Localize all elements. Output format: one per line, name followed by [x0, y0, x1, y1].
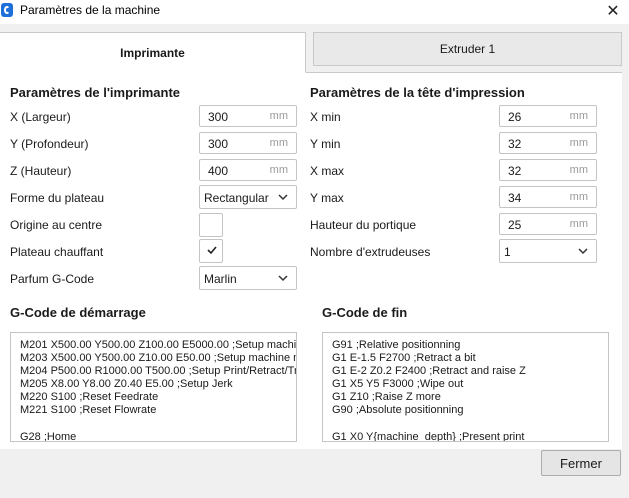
heated-bed-label: Plateau chauffant [10, 245, 104, 259]
close-icon[interactable]: ✕ [597, 0, 629, 22]
code-line: G91 ;Relative positionning [332, 339, 461, 351]
x-min-label: X min [310, 110, 341, 124]
x-width-value: 300 [208, 110, 229, 124]
code-line: M205 X8.00 Y8.00 Z0.40 E5.00 ;Setup Jerk [20, 378, 233, 390]
build-plate-shape-value: Rectangular [204, 191, 269, 205]
code-line: M201 X500.00 Y500.00 Z100.00 E5000.00 ;S… [20, 339, 297, 351]
gcode-flavor-select[interactable]: Marlin [199, 266, 297, 290]
extruder-count-select[interactable]: 1 [499, 239, 597, 263]
code-line: G1 X0 Y{machine_depth} ;Present print [332, 431, 525, 442]
tab-extruder-1[interactable]: Extruder 1 [313, 32, 622, 66]
x-min-field[interactable]: 26 mm [499, 105, 597, 127]
build-plate-shape-label: Forme du plateau [10, 191, 105, 205]
extruder-count-value: 1 [504, 245, 511, 259]
x-width-label: X (Largeur) [10, 110, 71, 124]
window-title: Paramètres de la machine [20, 3, 161, 17]
printhead-settings-title: Paramètres de la tête d'impression [310, 85, 525, 100]
gantry-height-value: 25 [508, 218, 522, 232]
x-min-value: 26 [508, 110, 522, 124]
start-gcode-title: G-Code de démarrage [10, 305, 146, 320]
x-width-field[interactable]: 300 mm [199, 105, 297, 127]
z-height-value: 400 [208, 164, 229, 178]
y-max-unit: mm [569, 191, 588, 203]
z-height-label: Z (Hauteur) [10, 164, 72, 178]
code-line: G1 X5 Y5 F3000 ;Wipe out [332, 378, 464, 390]
x-width-unit: mm [269, 110, 288, 122]
printer-settings-panel: Paramètres de l'imprimante X (Largeur) 3… [0, 73, 622, 449]
gantry-height-label: Hauteur du portique [310, 218, 417, 232]
chevron-down-icon [278, 275, 288, 282]
y-max-label: Y max [310, 191, 344, 205]
cura-logo-icon [1, 3, 13, 17]
end-gcode-textarea[interactable]: G91 ;Relative positionning G1 E-1.5 F270… [322, 332, 609, 442]
end-gcode-title: G-Code de fin [322, 305, 408, 320]
y-depth-unit: mm [269, 137, 288, 149]
tab-imprimante[interactable]: Imprimante [0, 32, 306, 73]
y-min-label: Y min [310, 137, 341, 151]
y-max-field[interactable]: 34 mm [499, 186, 597, 208]
code-line: M220 S100 ;Reset Feedrate [20, 391, 159, 403]
y-max-value: 34 [508, 191, 522, 205]
extruder-count-label: Nombre d'extrudeuses [310, 245, 431, 259]
gcode-flavor-value: Marlin [204, 272, 237, 286]
origin-at-center-checkbox[interactable] [199, 213, 223, 237]
printer-settings-title: Paramètres de l'imprimante [10, 85, 180, 100]
checkmark-icon [207, 246, 217, 255]
code-line: M204 P500.00 R1000.00 T500.00 ;Setup Pri… [20, 365, 296, 377]
close-button[interactable]: Fermer [541, 450, 621, 476]
chevron-down-icon [578, 248, 588, 255]
y-min-unit: mm [569, 137, 588, 149]
code-line: G1 E-1.5 F2700 ;Retract a bit [332, 352, 476, 364]
gantry-height-unit: mm [569, 218, 588, 230]
code-line: G1 Z10 ;Raise Z more [332, 391, 441, 403]
chevron-down-icon [278, 194, 288, 201]
code-line: G90 ;Absolute positionning [332, 404, 464, 416]
code-line: G1 E-2 Z0.2 F2400 ;Retract and raise Z [332, 365, 526, 377]
z-height-unit: mm [269, 164, 288, 176]
heated-bed-checkbox[interactable] [199, 239, 223, 263]
x-max-value: 32 [508, 164, 522, 178]
dialog-content: Imprimante Extruder 1 Paramètres de l'im… [0, 24, 629, 498]
y-min-value: 32 [508, 137, 522, 151]
y-min-field[interactable]: 32 mm [499, 132, 597, 154]
y-depth-field[interactable]: 300 mm [199, 132, 297, 154]
title-bar: Paramètres de la machine ✕ [0, 0, 629, 24]
x-max-unit: mm [569, 164, 588, 176]
code-line: G28 ;Home [20, 431, 77, 442]
y-depth-value: 300 [208, 137, 229, 151]
z-height-field[interactable]: 400 mm [199, 159, 297, 181]
build-plate-shape-select[interactable]: Rectangular [199, 185, 297, 209]
origin-at-center-label: Origine au centre [10, 218, 103, 232]
x-max-field[interactable]: 32 mm [499, 159, 597, 181]
x-min-unit: mm [569, 110, 588, 122]
gantry-height-field[interactable]: 25 mm [499, 213, 597, 235]
code-line: M221 S100 ;Reset Flowrate [20, 404, 157, 416]
code-line: M203 X500.00 Y500.00 Z10.00 E50.00 ;Setu… [20, 352, 296, 364]
y-depth-label: Y (Profondeur) [10, 137, 89, 151]
start-gcode-textarea[interactable]: M201 X500.00 Y500.00 Z100.00 E5000.00 ;S… [10, 332, 297, 442]
gcode-flavor-label: Parfum G-Code [10, 272, 95, 286]
x-max-label: X max [310, 164, 345, 178]
